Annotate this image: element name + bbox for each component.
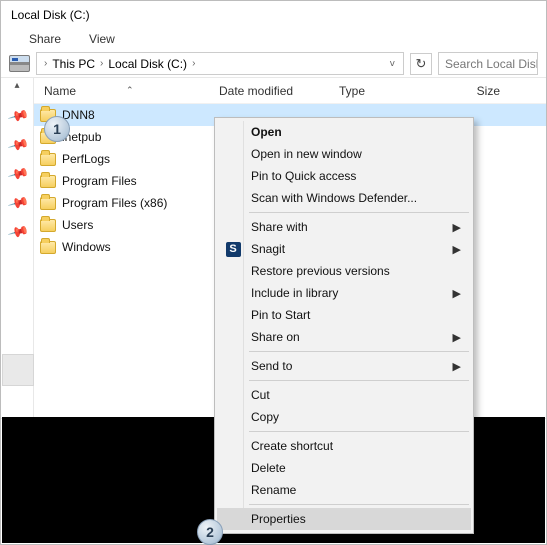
folder-icon xyxy=(40,219,56,232)
col-type[interactable]: Type xyxy=(329,84,454,98)
folder-label: Program Files xyxy=(62,174,137,188)
snagit-icon-letter: S xyxy=(226,242,241,257)
menu-send-to[interactable]: Send to ▶ xyxy=(217,355,471,377)
col-name-label: Name xyxy=(44,84,76,98)
submenu-arrow-icon: ▶ xyxy=(453,221,461,234)
menu-rename[interactable]: Rename xyxy=(217,479,471,501)
sort-asc-icon: ⌃ xyxy=(126,85,134,96)
menu-pin-quick-access[interactable]: Pin to Quick access xyxy=(217,165,471,187)
breadcrumb-this-pc[interactable]: This PC xyxy=(52,57,95,71)
folder-label: Windows xyxy=(62,240,111,254)
col-size[interactable]: Size xyxy=(454,84,506,98)
menu-label: Snagit xyxy=(251,242,285,256)
search-input[interactable]: Search Local Disk xyxy=(438,52,538,75)
menu-snagit[interactable]: S Snagit ▶ xyxy=(217,238,471,260)
submenu-arrow-icon: ▶ xyxy=(453,243,461,256)
refresh-button[interactable]: ↻ xyxy=(410,53,432,75)
menu-share-with[interactable]: Share with ▶ xyxy=(217,216,471,238)
scroll-thumb[interactable] xyxy=(2,354,34,386)
menu-separator xyxy=(249,212,469,213)
menu-restore-versions[interactable]: Restore previous versions xyxy=(217,260,471,282)
chevron-right-icon[interactable]: › xyxy=(41,58,50,69)
menu-label: Send to xyxy=(251,359,292,373)
menu-cut[interactable]: Cut xyxy=(217,384,471,406)
menu-label: Share with xyxy=(251,220,308,234)
pin-icon[interactable]: 📌 xyxy=(8,192,26,210)
menu-open[interactable]: Open xyxy=(217,121,471,143)
menu-copy[interactable]: Copy xyxy=(217,406,471,428)
submenu-arrow-icon: ▶ xyxy=(453,331,461,344)
chevron-down-icon[interactable]: ⅴ xyxy=(386,58,399,69)
menu-scan-defender[interactable]: Scan with Windows Defender... xyxy=(217,187,471,209)
callout-badge-1: 1 xyxy=(44,116,70,142)
scroll-up-icon[interactable]: ▴ xyxy=(14,80,19,91)
drive-icon xyxy=(9,55,30,72)
folder-label: Program Files (x86) xyxy=(62,196,167,210)
folder-icon xyxy=(40,241,56,254)
pin-icon[interactable]: 📌 xyxy=(8,105,26,123)
menu-separator xyxy=(249,351,469,352)
pin-icon[interactable]: 📌 xyxy=(8,134,26,152)
pin-icon[interactable]: 📌 xyxy=(8,163,26,181)
menu-separator xyxy=(249,431,469,432)
menu-view[interactable]: View xyxy=(89,32,115,46)
window-title: Local Disk (C:) xyxy=(1,1,546,28)
snagit-icon: S xyxy=(225,241,241,257)
menu-pin-start[interactable]: Pin to Start xyxy=(217,304,471,326)
breadcrumb[interactable]: › This PC › Local Disk (C:) › ⅴ xyxy=(36,52,404,75)
menu-share[interactable]: Share xyxy=(29,32,61,46)
breadcrumb-local-disk[interactable]: Local Disk (C:) xyxy=(108,57,187,71)
folder-icon xyxy=(40,175,56,188)
col-name[interactable]: Name ⌃ xyxy=(34,84,209,98)
menu-create-shortcut[interactable]: Create shortcut xyxy=(217,435,471,457)
menu-label: Include in library xyxy=(251,286,338,300)
menu-separator xyxy=(249,380,469,381)
folder-icon xyxy=(40,197,56,210)
menu-include-library[interactable]: Include in library ▶ xyxy=(217,282,471,304)
menu-properties[interactable]: Properties xyxy=(217,508,471,530)
pin-icon[interactable]: 📌 xyxy=(8,221,26,239)
menubar: Share View xyxy=(1,28,546,50)
col-date[interactable]: Date modified xyxy=(209,84,329,98)
submenu-arrow-icon: ▶ xyxy=(453,360,461,373)
column-headers: Name ⌃ Date modified Type Size xyxy=(34,78,546,104)
folder-icon xyxy=(40,153,56,166)
submenu-arrow-icon: ▶ xyxy=(453,287,461,300)
menu-share-on[interactable]: Share on ▶ xyxy=(217,326,471,348)
context-menu: Open Open in new window Pin to Quick acc… xyxy=(214,117,474,534)
folder-label: PerfLogs xyxy=(62,152,110,166)
callout-badge-2: 2 xyxy=(197,519,223,545)
menu-separator xyxy=(249,504,469,505)
chevron-right-icon[interactable]: › xyxy=(189,58,198,69)
folder-label: Users xyxy=(62,218,93,232)
menu-delete[interactable]: Delete xyxy=(217,457,471,479)
menu-open-new-window[interactable]: Open in new window xyxy=(217,143,471,165)
address-bar-row: › This PC › Local Disk (C:) › ⅴ ↻ Search… xyxy=(1,50,546,78)
chevron-right-icon[interactable]: › xyxy=(97,58,106,69)
menu-label: Share on xyxy=(251,330,300,344)
